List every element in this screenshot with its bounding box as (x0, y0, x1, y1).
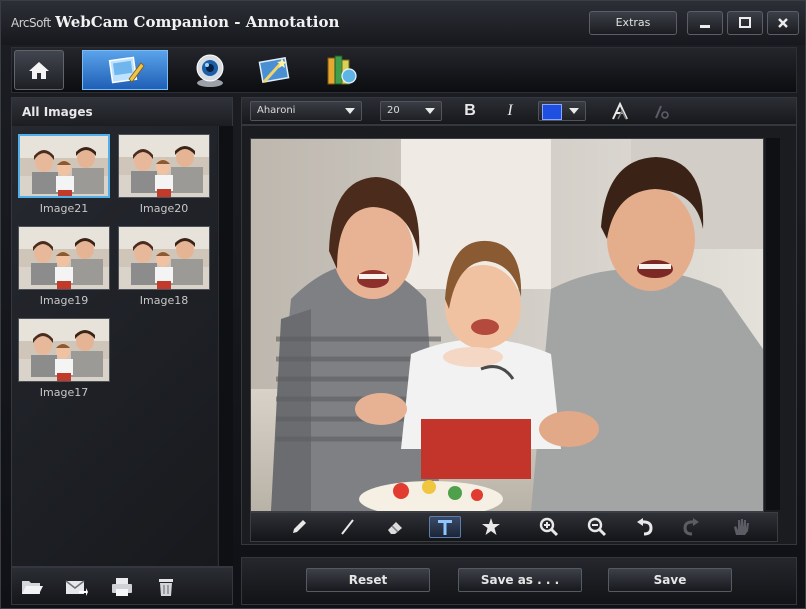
bold-button[interactable]: B (458, 100, 482, 122)
thumbnail-image18[interactable] (118, 226, 210, 290)
text-format-toolbar: Aharoni 20 B I (241, 97, 797, 125)
family-photo-thumbnail (19, 227, 109, 289)
font-family-dropdown[interactable]: Aharoni (250, 101, 362, 121)
print-icon[interactable] (110, 575, 134, 599)
stamp-icon (482, 518, 500, 535)
title-bar: ArcSoft WebCam Companion - Annotation Ex… (1, 1, 805, 45)
annotation-editor (241, 125, 797, 545)
family-photo-thumbnail (19, 319, 109, 381)
extras-button[interactable]: Extras (589, 11, 677, 35)
pencil-icon (293, 520, 306, 533)
save-button[interactable]: Save (608, 568, 732, 592)
minimize-icon (700, 25, 710, 28)
thumbnail-image17[interactable] (18, 318, 110, 382)
title-separator: - (229, 13, 246, 31)
app-name: WebCam Companion (55, 13, 230, 31)
home-button[interactable] (14, 50, 64, 90)
text-outline-icon[interactable] (610, 102, 630, 122)
save-as-button[interactable]: Save as . . . (458, 568, 582, 592)
maximize-button[interactable] (727, 11, 763, 35)
home-icon (29, 62, 49, 79)
font-family-value: Aharoni (257, 105, 296, 116)
mode-toolbar (11, 47, 797, 93)
window-title: ArcSoft WebCam Companion - Annotation (11, 13, 339, 31)
zoom-out-icon (587, 517, 607, 537)
thumbnail-caption: Image21 (39, 202, 89, 215)
thumbnail-caption: Image18 (139, 294, 189, 307)
webcam-icon (196, 54, 224, 87)
pencil-tool-button[interactable] (287, 516, 311, 538)
thumbnail-caption: Image19 (39, 294, 89, 307)
text-effect-icon[interactable] (652, 102, 672, 122)
line-tool-button[interactable] (335, 516, 359, 538)
image-gallery-panel: All Images Image21 Image20 Image19 Image… (11, 97, 233, 567)
app-window: ArcSoft WebCam Companion - Annotation Ex… (0, 0, 806, 609)
minimize-button[interactable] (687, 11, 723, 35)
chevron-down-icon (345, 108, 355, 114)
annotation-mode-button[interactable] (82, 50, 168, 90)
eraser-tool-button[interactable] (383, 516, 407, 538)
stamp-tool-button[interactable] (479, 516, 503, 538)
thumbnail-image21[interactable] (18, 134, 110, 198)
reset-button[interactable]: Reset (306, 568, 430, 592)
gallery-header: All Images (12, 98, 232, 126)
zoom-out-button[interactable] (585, 516, 609, 538)
text-icon (438, 520, 452, 535)
font-size-dropdown[interactable]: 20 (380, 101, 442, 121)
brand-name: ArcSoft (11, 16, 51, 30)
color-swatch (542, 104, 562, 120)
zoom-in-button[interactable] (537, 516, 561, 538)
text-tool-button[interactable] (429, 516, 461, 538)
hand-icon (734, 519, 749, 535)
gallery-scrollbar[interactable] (218, 126, 233, 566)
magic-mode-button[interactable] (248, 50, 300, 90)
webcam-mode-button[interactable] (184, 50, 236, 90)
maximize-icon (739, 17, 751, 28)
italic-button[interactable]: I (498, 100, 522, 122)
family-photo-thumbnail (119, 227, 209, 289)
open-folder-icon[interactable] (20, 575, 44, 599)
save-actions-bar: Reset Save as . . . Save (241, 557, 797, 605)
eraser-icon (388, 522, 402, 534)
email-icon[interactable] (64, 575, 88, 599)
family-photo-thumbnail (119, 135, 209, 197)
redo-button[interactable] (679, 516, 703, 538)
gallery-actions-bar (11, 567, 233, 605)
close-icon (778, 18, 788, 28)
thumbnail-image19[interactable] (18, 226, 110, 290)
trash-icon[interactable] (154, 575, 178, 599)
thumbnail-image20[interactable] (118, 134, 210, 198)
annotation-canvas[interactable] (250, 138, 764, 512)
chevron-down-icon (425, 108, 435, 114)
zoom-in-icon (539, 517, 559, 537)
family-photo-thumbnail (20, 136, 108, 196)
redo-icon (683, 518, 699, 536)
library-mode-button[interactable] (314, 50, 366, 90)
close-button[interactable] (767, 11, 799, 35)
canvas-scrollbar[interactable] (766, 138, 780, 510)
color-picker-dropdown[interactable] (538, 101, 586, 121)
thumbnail-caption: Image20 (139, 202, 189, 215)
font-size-value: 20 (387, 105, 400, 116)
magic-wand-icon (258, 57, 290, 84)
line-icon (341, 519, 354, 535)
thumbnail-caption: Image17 (39, 386, 89, 399)
pan-tool-button[interactable] (729, 516, 753, 538)
undo-button[interactable] (633, 516, 657, 538)
family-photo (251, 139, 763, 511)
thumbnail-grid: Image21 Image20 Image19 Image18 Image17 (12, 126, 217, 566)
annotation-icon (108, 56, 145, 84)
books-icon (327, 55, 357, 85)
annotation-tools-bar (250, 512, 778, 542)
chevron-down-icon (569, 108, 579, 114)
mode-name: Annotation (245, 13, 340, 31)
undo-icon (637, 518, 653, 536)
